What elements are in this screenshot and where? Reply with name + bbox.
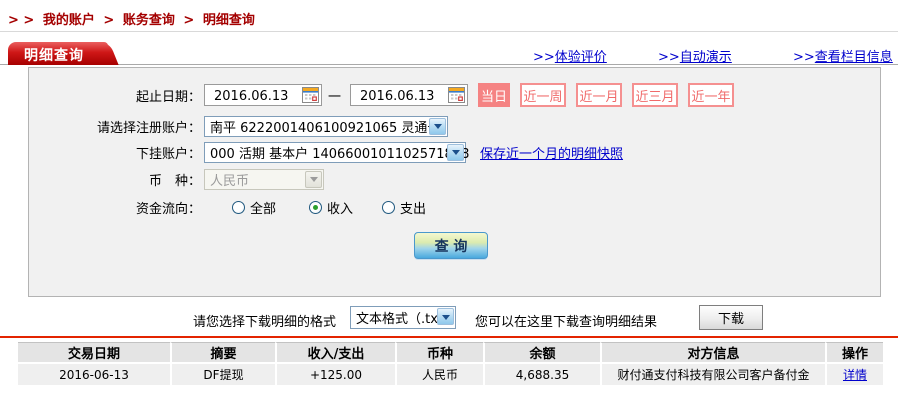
cell-amount: +125.00 <box>275 364 395 385</box>
start-date-input[interactable] <box>205 86 297 107</box>
tab-detail-query[interactable]: 明细查询 <box>8 42 120 65</box>
date-range-label: 起止日期： <box>135 89 201 105</box>
link-label: 自动演示 <box>679 50 732 65</box>
link-prefix: >> <box>793 50 815 65</box>
breadcrumb-item-my-account[interactable]: 我的账户 <box>43 13 95 28</box>
cell-summary: DF提现 <box>170 364 275 385</box>
sub-account-label: 下挂账户： <box>135 146 201 162</box>
breadcrumb: > > 我的账户 > 账务查询 > 明细查询 <box>8 9 259 28</box>
flow-all-label: 全部 <box>250 201 277 217</box>
tabbar-divider <box>0 64 898 65</box>
sub-account-row: 下挂账户： 000 活期 基本户 1406600101102571848 保存近… <box>29 139 880 165</box>
sub-account-select[interactable]: 000 活期 基本户 1406600101102571848 <box>204 141 470 163</box>
cell-date: 2016-06-13 <box>18 364 170 385</box>
currency-label: 币 种： <box>148 173 201 189</box>
col-header-amount: 收入/支出 <box>275 342 395 364</box>
breadcrumb-separator: > <box>103 13 115 28</box>
radio-checked-icon <box>309 200 323 214</box>
end-date-input[interactable] <box>351 86 444 107</box>
table-row: 2016-06-13 DF提现 +125.00 人民币 4,688.35 财付通… <box>18 364 883 385</box>
link-label: 查看栏目信息 <box>814 50 893 65</box>
breadcrumb-separator: > <box>183 13 195 28</box>
flow-expense-label: 支出 <box>400 201 427 217</box>
range-today-button[interactable]: 当日 <box>478 83 511 107</box>
transaction-table: 交易日期 摘要 收入/支出 币种 余额 对方信息 操作 2016-06-13 D… <box>18 342 883 385</box>
download-button[interactable]: 下载 <box>699 305 763 330</box>
currency-value: 人民币 <box>210 173 250 189</box>
registered-account-select[interactable]: 南平 6222001406100921065 灵通卡 <box>204 115 448 137</box>
col-header-date: 交易日期 <box>18 342 170 364</box>
cell-action: 详情 <box>825 364 883 385</box>
view-column-info-link[interactable]: >>查看栏目信息 <box>793 46 893 65</box>
registered-account-row: 请选择注册账户： 南平 6222001406100921065 灵通卡 <box>29 113 880 139</box>
auto-demo-link[interactable]: >>自动演示 <box>658 46 732 65</box>
chevron-down-icon <box>447 143 464 161</box>
range-last-month-button[interactable]: 近一月 <box>576 83 623 107</box>
range-last-year-button[interactable]: 近一年 <box>688 83 735 107</box>
radio-unchecked-icon <box>232 200 245 214</box>
range-last-week-button[interactable]: 近一周 <box>520 83 567 107</box>
date-range-row: 起止日期： 一 <box>29 82 880 108</box>
flow-direction-row: 资金流向： 全部 收入 支出 <box>29 194 880 220</box>
breadcrumb-prefix: > > <box>8 13 35 28</box>
cell-counterparty: 财付通支付科技有限公司客户备付金 <box>600 364 825 385</box>
col-header-action: 操作 <box>825 342 883 364</box>
chevron-down-icon <box>429 117 446 135</box>
cell-currency: 人民币 <box>395 364 483 385</box>
detail-link[interactable]: 详情 <box>843 368 867 382</box>
section-divider <box>0 336 898 338</box>
cell-balance: 4,688.35 <box>483 364 600 385</box>
currency-row: 币 种： 人民币 <box>29 166 880 192</box>
flow-expense-radio[interactable]: 支出 <box>382 198 426 217</box>
table-header-row: 交易日期 摘要 收入/支出 币种 余额 对方信息 操作 <box>18 342 883 364</box>
currency-select: 人民币 <box>204 168 324 190</box>
link-prefix: >> <box>533 50 555 65</box>
query-form-panel: 起止日期： 一 <box>28 67 881 297</box>
detail-query-page: > > 我的账户 > 账务查询 > 明细查询 明细查询 >>体验评价 >>自动演… <box>0 0 898 408</box>
download-format-label: 请您选择下载明细的格式 <box>193 315 337 330</box>
breadcrumb-item-account-query[interactable]: 账务查询 <box>123 13 175 28</box>
link-prefix: >> <box>658 50 680 65</box>
flow-all-radio[interactable]: 全部 <box>232 198 276 217</box>
breadcrumb-divider <box>0 31 898 32</box>
start-date-field <box>204 84 322 107</box>
date-range-separator: 一 <box>328 89 342 105</box>
col-header-balance: 余额 <box>483 342 600 364</box>
radio-unchecked-icon <box>382 200 396 214</box>
download-hint-label: 您可以在这里下载查询明细结果 <box>475 315 658 330</box>
registered-account-label: 请选择注册账户： <box>96 120 201 136</box>
link-label: 体验评价 <box>554 50 607 65</box>
chevron-down-icon <box>437 308 454 325</box>
col-header-summary: 摘要 <box>170 342 275 364</box>
col-header-currency: 币种 <box>395 342 483 364</box>
flow-income-radio[interactable]: 收入 <box>309 198 353 217</box>
save-snapshot-link[interactable]: 保存近一个月的明细快照 <box>480 143 623 162</box>
col-header-counterparty: 对方信息 <box>600 342 825 364</box>
query-button[interactable]: 查 询 <box>414 232 488 259</box>
tab-label: 明细查询 <box>24 48 84 64</box>
flow-income-label: 收入 <box>327 201 354 217</box>
header-links: >>体验评价 >>自动演示 >>查看栏目信息 <box>0 46 898 65</box>
range-last-3-months-button[interactable]: 近三月 <box>632 83 679 107</box>
registered-account-value: 南平 6222001406100921065 灵通卡 <box>210 120 441 136</box>
breadcrumb-item-detail-query[interactable]: 明细查询 <box>203 13 255 28</box>
flow-direction-label: 资金流向： <box>135 201 201 217</box>
calendar-icon[interactable] <box>302 87 319 103</box>
end-date-field <box>350 84 469 107</box>
experience-rating-link[interactable]: >>体验评价 <box>533 46 607 65</box>
chevron-down-icon <box>305 170 322 188</box>
calendar-icon[interactable] <box>448 87 466 103</box>
download-format-select[interactable]: 文本格式（.txt） <box>350 306 456 329</box>
sub-account-value: 000 活期 基本户 1406600101102571848 <box>210 146 470 162</box>
